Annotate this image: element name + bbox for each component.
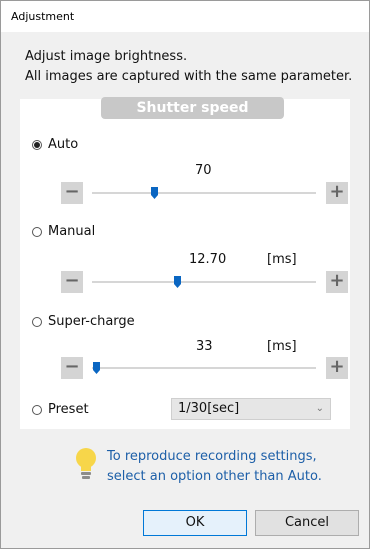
title-bar: Adjustment [1,1,369,32]
auto-slider-track[interactable] [92,192,316,194]
shutter-speed-panel: Shutter speed Auto 70 − + Manual 12.70 [… [20,97,350,429]
auto-radio-option[interactable]: Auto [32,137,78,152]
description-line-1: Adjust image brightness. [25,49,188,64]
description-line-2: All images are captured with the same pa… [25,69,353,84]
manual-slider-track[interactable] [92,281,316,283]
window-title: Adjustment [11,10,75,23]
auto-radio-button[interactable] [32,139,42,150]
preset-radio-button[interactable] [32,404,42,415]
preset-dropdown[interactable]: 1/30[sec] ⌄ [171,398,331,420]
adjustment-dialog: Adjustment Adjust image brightness. All … [0,0,370,549]
manual-value: 12.70 [189,252,227,267]
auto-decrease-button[interactable]: − [61,182,83,204]
manual-radio-button[interactable] [32,226,42,237]
manual-unit: [ms] [267,252,297,267]
auto-value: 70 [195,163,212,178]
description: Adjust image brightness. All images are … [25,47,352,87]
preset-label: Preset [48,402,89,417]
manual-label: Manual [48,224,96,239]
super-charge-value: 33 [196,339,213,354]
ok-button[interactable]: OK [143,510,247,536]
manual-slider-thumb[interactable] [173,276,181,288]
preset-dropdown-value: 1/30[sec] [178,401,240,416]
super-charge-radio-button[interactable] [32,316,42,327]
manual-decrease-button[interactable]: − [61,271,83,293]
hint-line-1: To reproduce recording settings, [107,449,317,464]
chevron-down-icon: ⌄ [315,403,324,414]
super-charge-slider-track[interactable] [92,367,316,369]
preset-radio-option[interactable]: Preset [32,402,89,417]
hint-text: To reproduce recording settings, select … [107,447,357,487]
section-header: Shutter speed [101,97,284,119]
super-charge-decrease-button[interactable]: − [61,357,83,379]
lightbulb-icon [75,447,97,485]
super-charge-unit: [ms] [267,339,297,354]
manual-increase-button[interactable]: + [326,271,348,293]
hint-line-2: select an option other than Auto. [107,469,322,484]
auto-label: Auto [48,137,79,152]
super-charge-increase-button[interactable]: + [326,357,348,379]
manual-radio-option[interactable]: Manual [32,224,95,239]
super-charge-label: Super-charge [48,314,135,329]
super-charge-slider-thumb[interactable] [92,362,100,374]
auto-slider-thumb[interactable] [151,187,159,199]
auto-increase-button[interactable]: + [326,182,348,204]
super-charge-radio-option[interactable]: Super-charge [32,314,135,329]
cancel-button[interactable]: Cancel [255,510,359,536]
